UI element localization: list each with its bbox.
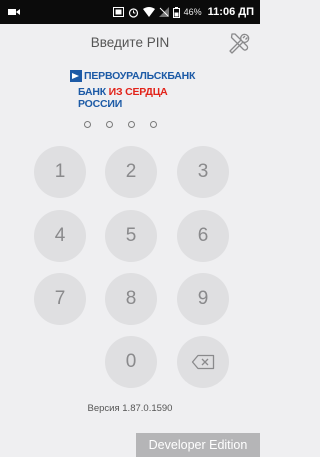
- key-4[interactable]: 4: [34, 210, 86, 262]
- screenshot-icon: [112, 7, 124, 17]
- key-0[interactable]: 0: [105, 336, 157, 388]
- pin-indicator: [84, 121, 157, 128]
- bank-logo-mark: [70, 70, 82, 82]
- bank-logo-name: ПЕРВОУРАЛЬСКБАНК: [84, 70, 196, 82]
- version-text: Версия 1.87.0.1590: [87, 403, 173, 414]
- key-8[interactable]: 8: [105, 273, 157, 325]
- pin-dot: [106, 121, 113, 128]
- tools-icon: [229, 33, 250, 54]
- key-3[interactable]: 3: [177, 146, 229, 198]
- header: Введите PIN: [0, 24, 260, 64]
- key-6[interactable]: 6: [177, 210, 229, 262]
- pin-dot: [128, 121, 135, 128]
- alarm-icon: [128, 7, 138, 18]
- pin-dot: [84, 121, 91, 128]
- page-title: Введите PIN: [90, 35, 170, 50]
- key-1[interactable]: 1: [34, 146, 86, 198]
- key-9[interactable]: 9: [177, 273, 229, 325]
- key-2[interactable]: 2: [105, 146, 157, 198]
- bank-logo: ПЕРВОУРАЛЬСКБАНК БАНК ИЗ СЕРДЦА РОССИИ: [70, 70, 196, 110]
- status-bar: 46% 11:06 ДП: [0, 0, 260, 24]
- status-time: 11:06 ДП: [207, 6, 254, 18]
- battery-percent: 46%: [183, 7, 202, 17]
- backspace-button[interactable]: [177, 336, 229, 388]
- wifi-icon: [142, 7, 155, 17]
- backspace-icon: [191, 354, 215, 370]
- signal-icon: [158, 7, 169, 17]
- key-7[interactable]: 7: [34, 273, 86, 325]
- settings-button[interactable]: [226, 30, 252, 56]
- battery-icon: [172, 6, 180, 18]
- bank-logo-slogan: БАНК ИЗ СЕРДЦА РОССИИ: [78, 86, 168, 110]
- pin-dot: [150, 121, 157, 128]
- video-icon: [8, 9, 20, 15]
- developer-badge: Developer Edition: [136, 433, 260, 457]
- key-5[interactable]: 5: [105, 210, 157, 262]
